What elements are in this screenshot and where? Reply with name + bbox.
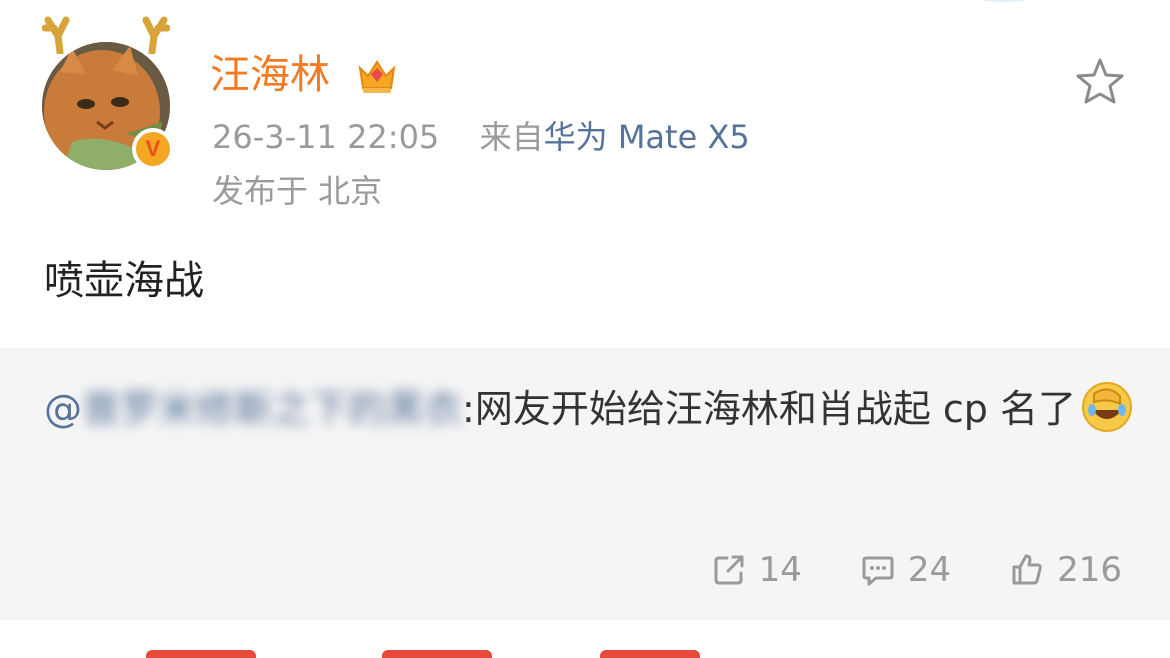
partial-red-element: [382, 650, 492, 658]
repost-block[interactable]: @普罗米修斯之下的黑衣:网友开始给汪海林和肖战起 cp 名了 14 24 216: [0, 348, 1170, 620]
weibo-post-screen: V 汪海林 26-3-11 22:05 来自华为 Mate X5 发布于 北京 …: [0, 0, 1170, 658]
like-button[interactable]: 216: [1009, 550, 1122, 590]
repost-body: :网友开始给汪海林和肖战起 cp 名了: [462, 387, 1076, 431]
comment-icon: [862, 556, 894, 586]
verified-badge: V: [132, 128, 174, 170]
antler-right-icon: [142, 16, 170, 54]
thumbs-up-icon: [1012, 554, 1042, 585]
star-outline-icon[interactable]: [1072, 54, 1128, 110]
partial-red-element: [146, 650, 256, 658]
source-prefix: 来自: [479, 118, 544, 156]
crown-icon[interactable]: [354, 52, 400, 98]
username[interactable]: 汪海林: [210, 48, 330, 102]
facepalm-laugh-emoji: [1082, 382, 1132, 432]
comment-count: 24: [907, 550, 952, 590]
repost-button[interactable]: 14: [711, 550, 802, 590]
action-bar: 14 24 216: [653, 550, 1122, 590]
like-count: 216: [1057, 550, 1122, 590]
avatar[interactable]: V: [42, 14, 182, 174]
post-time: 26-3-11 22:05: [212, 118, 440, 156]
post-location: 发布于 北京: [212, 172, 383, 210]
post-text: 喷壶海战: [44, 258, 204, 304]
repost-count: 14: [758, 550, 802, 590]
partial-red-element: [600, 650, 700, 658]
verified-v-icon: V: [136, 132, 170, 166]
comment-button[interactable]: 24: [860, 550, 951, 590]
antler-left-icon: [42, 16, 70, 54]
post-meta: 26-3-11 22:05 来自华为 Mate X5: [212, 114, 750, 160]
mention-at[interactable]: @: [44, 387, 82, 431]
mention-name-blurred[interactable]: 普罗米修斯之下的黑衣: [82, 387, 462, 431]
share-icon: [714, 555, 744, 585]
top-partial-element: [972, 0, 1036, 2]
repost-text: @普罗米修斯之下的黑衣:网友开始给汪海林和肖战起 cp 名了: [44, 378, 1134, 440]
device-link[interactable]: 华为 Mate X5: [544, 118, 750, 156]
